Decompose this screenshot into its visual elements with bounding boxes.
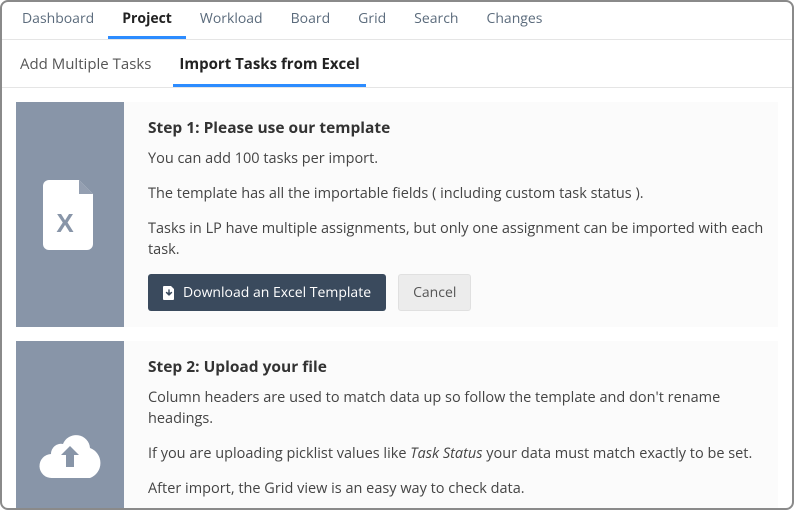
step2-icon-panel <box>16 341 124 510</box>
button-label: Cancel <box>413 283 456 302</box>
main-tab-bar: Dashboard Project Workload Board Grid Se… <box>2 2 792 40</box>
step1-body: Step 1: Please use our template You can … <box>148 102 778 327</box>
subtab-label: Import Tasks from Excel <box>179 54 359 74</box>
step1-text-line: The template has all the importable fiel… <box>148 183 768 204</box>
tab-dashboard[interactable]: Dashboard <box>8 0 108 39</box>
step2-text-line: After import, the Grid view is an easy w… <box>148 478 768 499</box>
cloud-upload-icon <box>34 428 106 480</box>
tab-changes[interactable]: Changes <box>473 0 557 39</box>
step2-text-line: Column headers are used to match data up… <box>148 387 768 429</box>
svg-text:X: X <box>56 208 74 238</box>
tab-label: Workload <box>200 9 263 28</box>
button-label: Download an Excel Template <box>183 283 371 302</box>
step1-button-row: Download an Excel Template Cancel <box>148 274 768 311</box>
file-download-icon <box>163 286 175 300</box>
sub-tab-bar: Add Multiple Tasks Import Tasks from Exc… <box>2 40 792 88</box>
tab-label: Board <box>291 9 331 28</box>
steps-container: X Step 1: Please use our template You ca… <box>2 88 792 510</box>
download-template-button[interactable]: Download an Excel Template <box>148 274 386 311</box>
tab-board[interactable]: Board <box>277 0 345 39</box>
tab-project[interactable]: Project <box>108 0 186 39</box>
step1-card: X Step 1: Please use our template You ca… <box>16 102 778 327</box>
tab-search[interactable]: Search <box>400 0 472 39</box>
subtab-add-multiple-tasks[interactable]: Add Multiple Tasks <box>14 40 157 87</box>
subtab-label: Add Multiple Tasks <box>20 54 151 74</box>
step2-body: Step 2: Upload your file Column headers … <box>148 341 778 510</box>
tab-label: Project <box>122 9 172 28</box>
file-excel-icon: X <box>43 180 97 250</box>
step2-card: Step 2: Upload your file Column headers … <box>16 341 778 510</box>
step1-icon-panel: X <box>16 102 124 327</box>
tab-label: Grid <box>358 9 386 28</box>
step2-title: Step 2: Upload your file <box>148 355 768 377</box>
tab-label: Search <box>414 9 458 28</box>
tab-label: Changes <box>487 9 543 28</box>
step1-text-line: You can add 100 tasks per import. <box>148 148 768 169</box>
step1-text-line: Tasks in LP have multiple assignments, b… <box>148 218 768 260</box>
app-window: Dashboard Project Workload Board Grid Se… <box>0 0 794 510</box>
step2-text-line: If you are uploading picklist values lik… <box>148 443 768 464</box>
tab-workload[interactable]: Workload <box>186 0 277 39</box>
tab-grid[interactable]: Grid <box>344 0 400 39</box>
step1-title: Step 1: Please use our template <box>148 116 768 138</box>
step1-cancel-button[interactable]: Cancel <box>398 274 471 311</box>
tab-label: Dashboard <box>22 9 94 28</box>
subtab-import-tasks-from-excel[interactable]: Import Tasks from Excel <box>173 40 365 87</box>
